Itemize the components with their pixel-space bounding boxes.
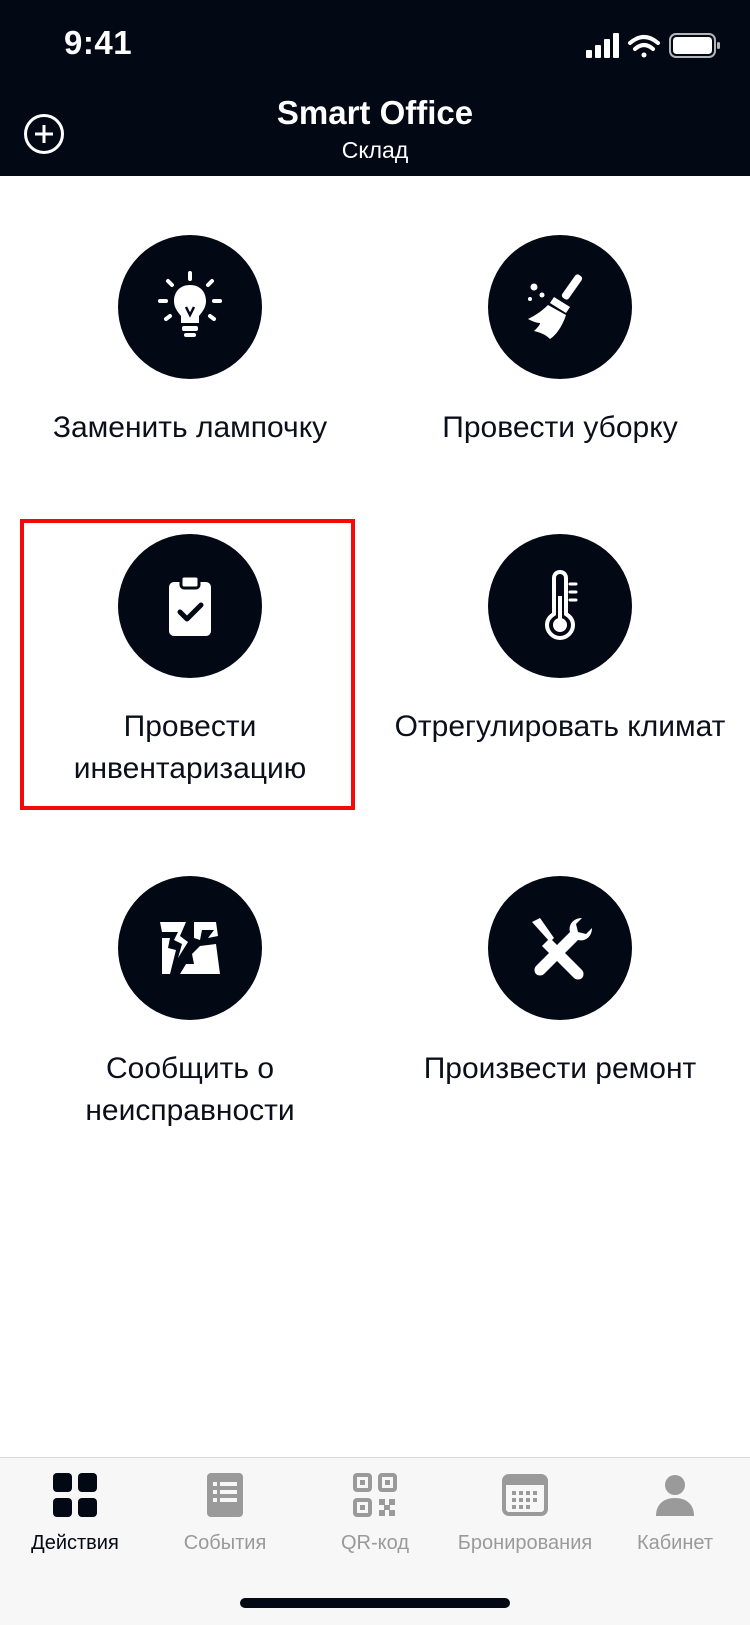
tab-bookings[interactable]: Бронирования [450,1472,600,1555]
action-circle [118,876,262,1020]
action-inventory[interactable]: Провести инвентаризацию [5,534,375,790]
tab-events[interactable]: События [150,1472,300,1555]
lightbulb-icon [158,271,222,337]
action-climate[interactable]: Отрегулировать климат [375,534,745,748]
action-replace-bulb[interactable]: Заменить лампочку [5,235,375,449]
tab-cabinet[interactable]: Кабинет [600,1472,750,1555]
battery-icon [669,33,720,58]
list-icon [207,1473,243,1517]
action-circle [118,235,262,379]
grid-icon [53,1473,97,1517]
tab-qr[interactable]: QR-код [300,1472,450,1555]
person-icon [656,1475,694,1516]
action-circle [118,534,262,678]
tools-icon [532,918,592,980]
status-icons [586,33,720,58]
app-header: 9:41 Smart Office Склад [0,0,750,176]
calendar-icon [502,1474,548,1516]
tab-label: Кабинет [636,1532,714,1554]
action-label: Провести инвентаризацию [73,710,307,785]
tab-label: Бронирования [457,1532,593,1554]
action-circle [488,876,632,1020]
action-report-malfunction[interactable]: Сообщить о неисправности [5,876,375,1132]
tab-actions[interactable]: Действия [0,1472,150,1555]
action-circle [488,534,632,678]
action-circle [488,235,632,379]
action-repair[interactable]: Произвести ремонт [375,876,745,1090]
tab-label: Действия [31,1532,119,1554]
broom-icon [528,274,583,339]
cellular-signal-icon [586,33,619,58]
home-indicator [240,1598,510,1608]
clipboard-check-icon [169,574,211,636]
action-label: Провести уборку [442,411,678,444]
tab-label: QR-код [341,1532,409,1554]
page-title: Smart Office [276,94,474,131]
qr-code-icon [353,1473,397,1517]
action-label: Заменить лампочку [52,411,328,444]
action-label: Сообщить о неисправности [85,1052,295,1127]
status-time: 9:41 [64,24,133,61]
location-subtitle[interactable]: Склад [0,137,750,164]
tab-label: События [183,1532,267,1554]
wifi-icon [628,35,660,58]
broken-icon [160,922,220,974]
thermometer-icon [544,569,578,641]
action-cleaning[interactable]: Провести уборку [375,235,745,449]
action-label: Отрегулировать климат [394,710,726,743]
action-label: Произвести ремонт [423,1052,697,1085]
